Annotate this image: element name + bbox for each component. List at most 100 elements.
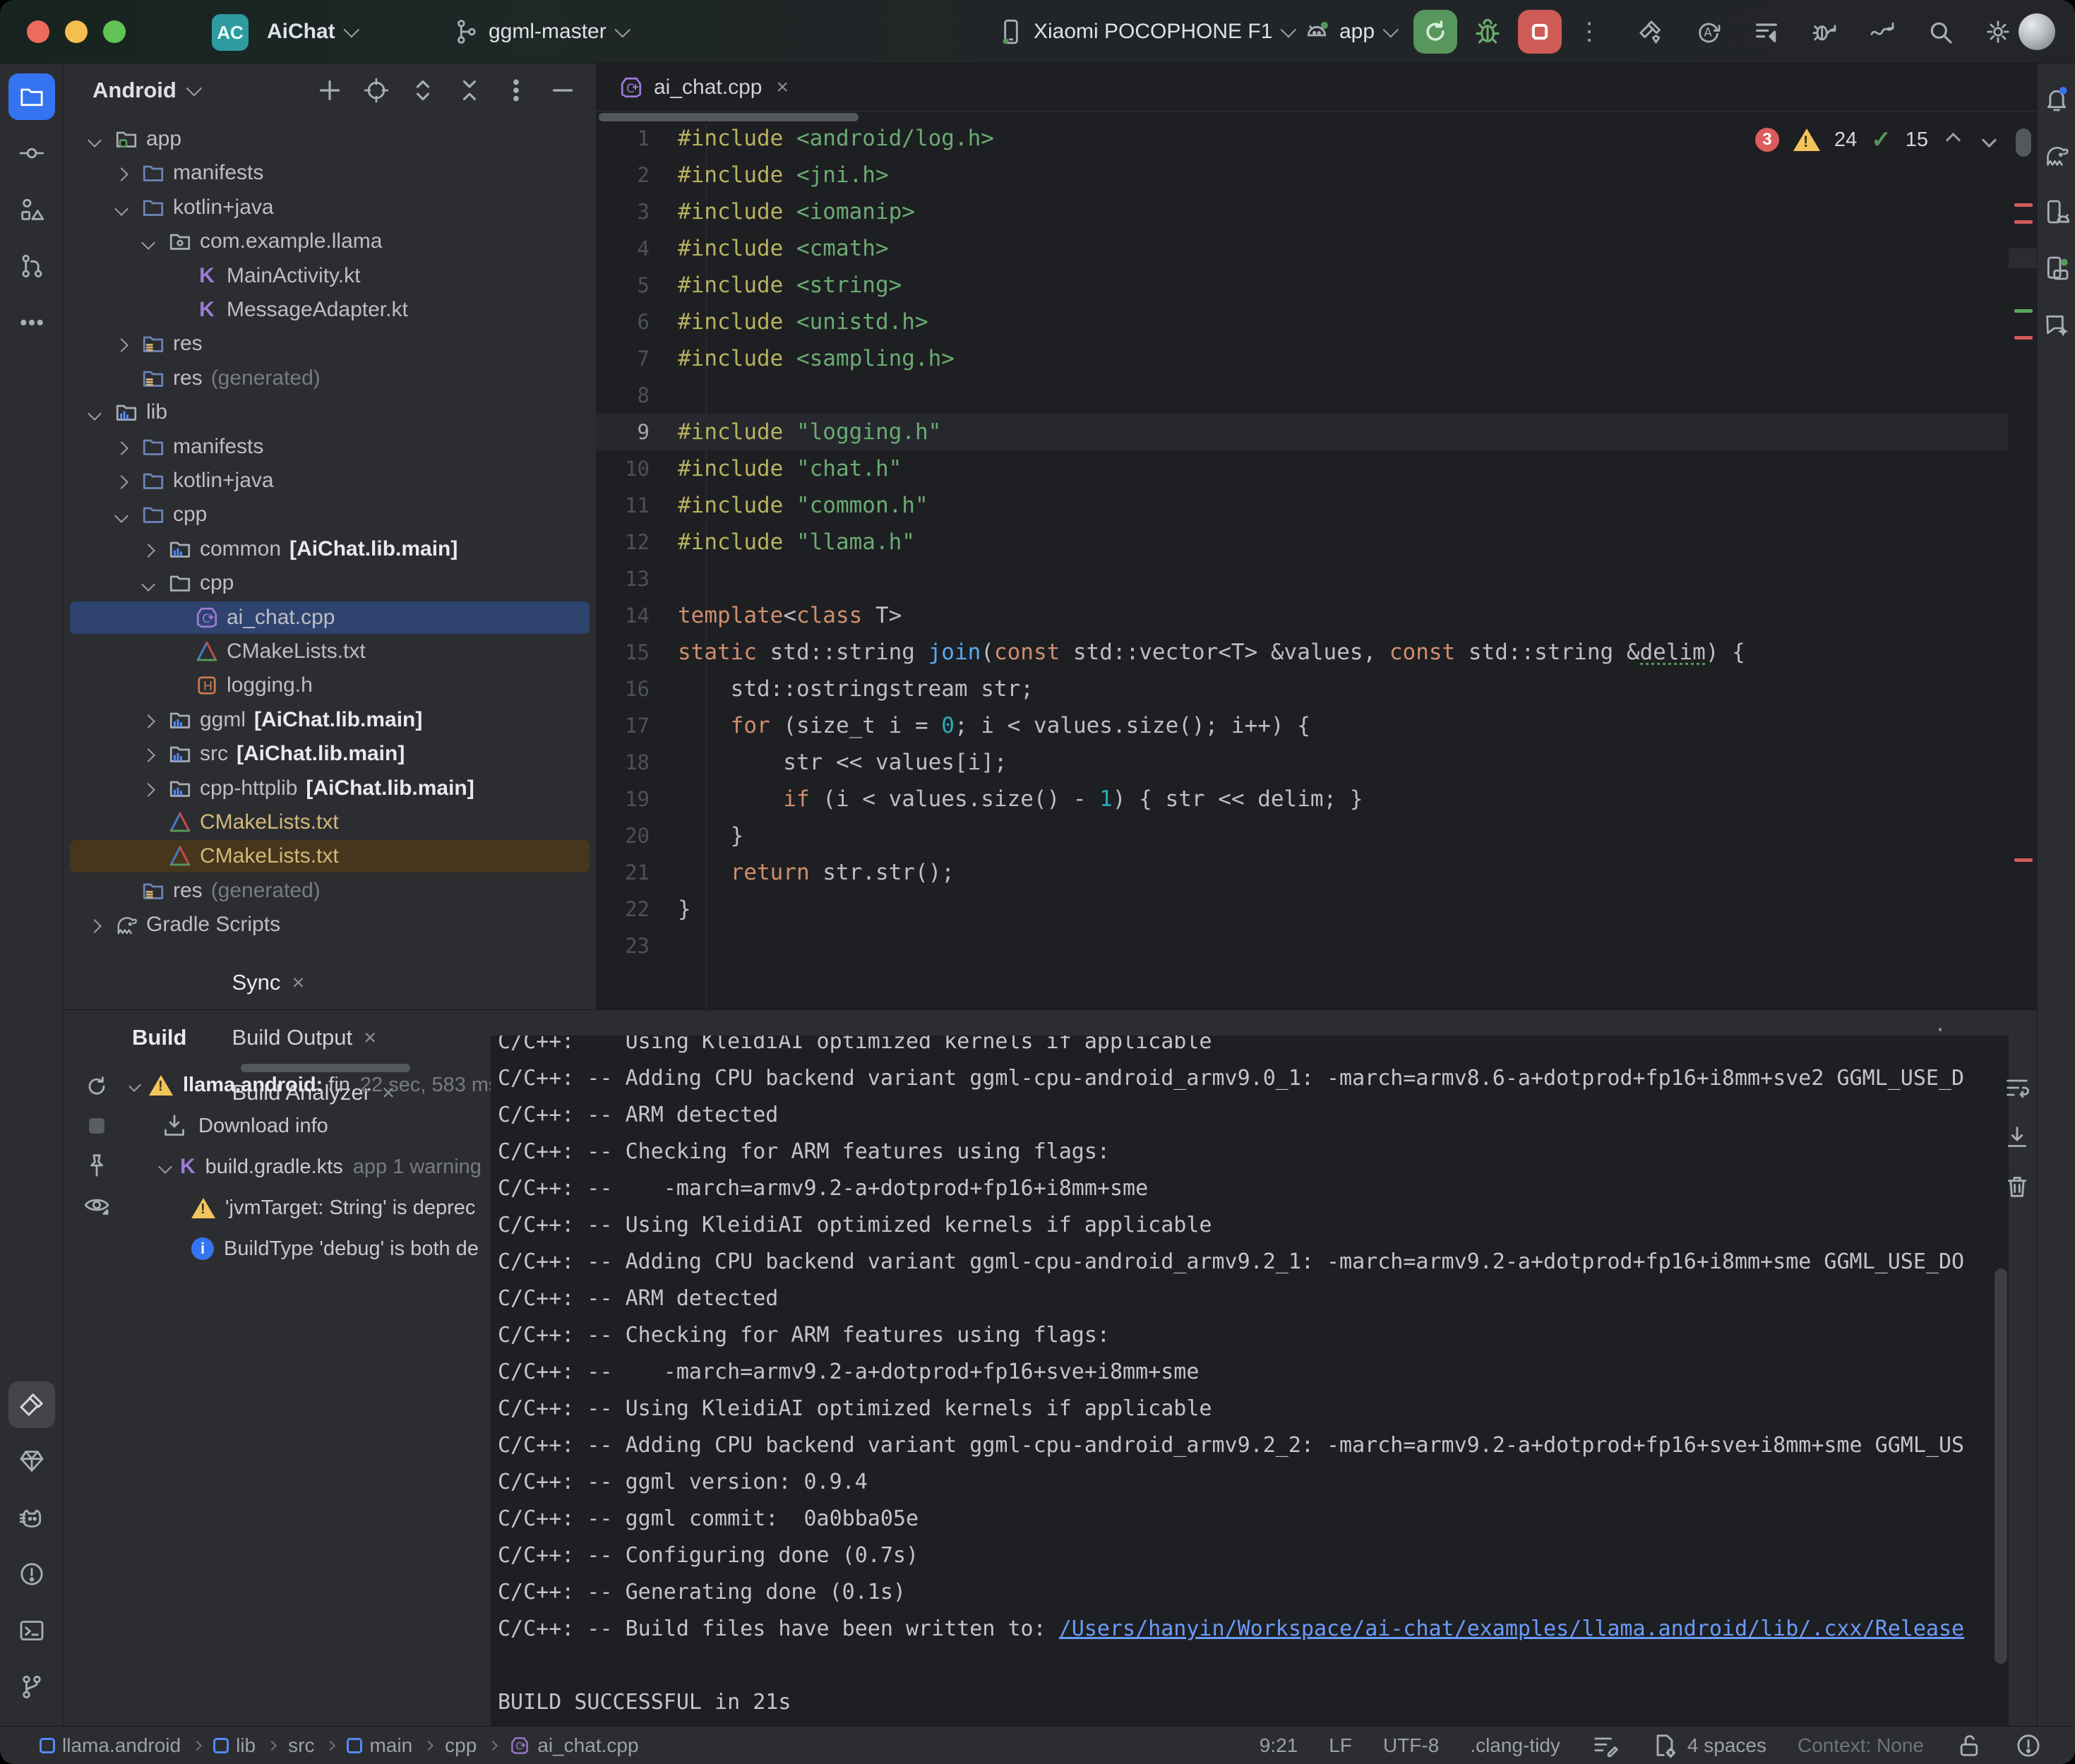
zoom-window-button[interactable] [103,20,126,43]
tree-item-kotlin-java[interactable]: kotlin+java [70,464,590,497]
formatter-config[interactable]: .clang-tidy [1470,1734,1560,1757]
stop-square-icon[interactable] [64,1106,129,1146]
tree-item-src[interactable]: src[AiChat.lib.main] [70,738,590,770]
tree-item-res[interactable]: res [70,328,590,360]
build-tree-item[interactable]: Kbuild.gradle.ktsapp 1 warning [160,1148,482,1185]
clear-all-icon[interactable] [2003,1172,2031,1201]
build-tree-item[interactable]: Download info [160,1108,328,1144]
tree-item-ai-chat-cpp[interactable]: Cai_chat.cpp [70,601,590,634]
build-tab-build-output[interactable]: Build Output× [232,1010,395,1065]
breadcrumb-item-lib[interactable]: lib [213,1734,256,1757]
tool-window-button-build[interactable] [8,1381,55,1428]
tree-item-manifests[interactable]: manifests [70,431,590,463]
tool-window-button-project[interactable] [8,73,55,120]
tree-item-cpp[interactable]: cpp [70,567,590,599]
build-tree-item[interactable]: 'jvmTarget: String' is deprec [191,1189,475,1226]
console-scrollbar-thumb[interactable] [1995,1268,2007,1664]
tool-window-button-terminal[interactable] [8,1607,55,1654]
settings-gear-icon[interactable] [1984,18,2012,46]
apply-changes-icon[interactable]: A [1694,18,1723,46]
tab-ai-chat-cpp[interactable]: C ai_chat.cpp × [606,64,801,112]
soft-wrap-icon[interactable] [2003,1074,2031,1102]
build-hammer-icon[interactable] [1637,18,1665,46]
breadcrumb-item-ai-chat-cpp[interactable]: Cai_chat.cpp [509,1734,638,1757]
tree-item-mainactivity-kt[interactable]: KMainActivity.kt [70,260,590,292]
add-icon[interactable] [316,76,344,104]
profiler-lines-icon[interactable] [1752,18,1781,46]
tree-item-cmakelists-txt[interactable]: CMakeLists.txt [70,840,590,872]
tool-window-button-structure[interactable] [8,186,55,233]
tool-window-button-running-devices[interactable] [2039,247,2074,289]
debug-button[interactable] [1466,10,1509,54]
context-indicator[interactable]: Context: None [1798,1734,1924,1757]
tool-window-button-version-control[interactable] [8,1664,55,1710]
stop-button[interactable] [1518,10,1562,54]
tree-item-res[interactable]: res(generated) [70,875,590,907]
tree-item-cpp[interactable]: cpp [70,498,590,531]
profiler-arrow-icon[interactable] [1868,18,1896,46]
file-encoding[interactable]: UTF-8 [1383,1734,1439,1757]
scroll-to-end-icon[interactable] [2003,1123,2031,1151]
expand-all-icon[interactable] [409,76,437,104]
attach-debugger-icon[interactable] [1810,18,1838,46]
tool-window-button-pull-requests[interactable] [8,243,55,289]
tree-item-logging-h[interactable]: Hlogging.h [70,669,590,702]
tool-window-button-more-tool-windows[interactable] [8,299,55,346]
close-tab-icon[interactable]: × [292,970,304,995]
run-config-selector[interactable]: app [1303,0,1394,64]
rerun-button[interactable] [1413,10,1457,54]
tree-item-app[interactable]: app [70,123,590,155]
run-options-kebab-icon[interactable]: ⋮ [1577,25,1601,39]
hide-panel-icon[interactable] [549,76,577,104]
formatter-icon[interactable] [1591,1732,1620,1760]
tool-window-button-device-manager[interactable] [2039,191,2074,233]
tool-window-button-gradle[interactable] [2039,134,2074,176]
breadcrumb-item-src[interactable]: src [288,1734,314,1757]
tree-item-gradle-scripts[interactable]: Gradle Scripts [70,908,590,941]
scrollbar-thumb[interactable] [2016,128,2031,157]
unlock-icon[interactable] [1955,1732,1983,1760]
event-log-icon[interactable] [2014,1732,2043,1760]
tool-window-button-problems[interactable] [8,1551,55,1597]
indent-setting[interactable]: 4 spaces [1651,1732,1766,1760]
line-ending[interactable]: LF [1329,1734,1352,1757]
tree-item-cmakelists-txt[interactable]: CMakeLists.txt [70,806,590,839]
tool-window-button-logcat[interactable] [8,1494,55,1541]
tree-item-cpp-httplib[interactable]: cpp-httplib[AiChat.lib.main] [70,772,590,805]
tree-item-common[interactable]: common[AiChat.lib.main] [70,533,590,565]
collapse-all-icon[interactable] [455,76,484,104]
close-tab-icon[interactable]: × [776,76,789,100]
editor-area[interactable]: C ai_chat.cpp × 3 24 ✓ 15 1#include <and… [596,64,2037,1009]
project-selector[interactable]: AiChat [267,0,355,64]
breadcrumb-item-llama-android[interactable]: llama.android [40,1734,181,1757]
tool-window-button-gemini[interactable] [2039,304,2074,346]
project-view-selector[interactable]: Android [92,78,198,103]
close-window-button[interactable] [27,20,49,43]
tool-window-button-notifications[interactable] [2039,78,2074,120]
tree-item-cmakelists-txt[interactable]: CMakeLists.txt [70,635,590,668]
tree-item-res[interactable]: res(generated) [70,362,590,395]
search-icon[interactable] [1926,18,1954,46]
caret-position[interactable]: 9:21 [1260,1734,1298,1757]
pin-icon[interactable] [64,1146,129,1185]
tree-item-kotlin-java[interactable]: kotlin+java [70,191,590,224]
build-output-path-link[interactable]: /Users/hanyin/Workspace/ai-chat/examples… [1059,1616,1964,1641]
device-selector[interactable]: Xiaomi POCOPHONE F1 [997,0,1292,64]
tree-item-manifests[interactable]: manifests [70,157,590,189]
minimize-window-button[interactable] [65,20,88,43]
branch-selector[interactable]: ggml-master [452,0,626,64]
tree-item-messageadapter-kt[interactable]: KMessageAdapter.kt [70,294,590,326]
close-tab-icon[interactable]: × [364,1025,376,1050]
build-console[interactable]: C/C++: Using KleidiAI optimized kernels … [491,1036,2009,1727]
tree-item-ggml[interactable]: ggml[AiChat.lib.main] [70,704,590,736]
tool-window-button-app-quality-insights[interactable] [8,1438,55,1484]
sync-icon[interactable] [64,1067,129,1106]
tree-item-lib[interactable]: lib [70,396,590,428]
build-tab-sync[interactable]: Sync× [232,955,395,1010]
user-avatar[interactable] [2019,13,2055,50]
build-tree-item[interactable]: llama.android: fin22 sec, 583 ms [129,1067,499,1103]
breadcrumb-item-main[interactable]: main [347,1734,412,1757]
options-kebab-icon[interactable] [502,76,530,104]
build-tree-item[interactable]: iBuildType 'debug' is both de [191,1230,479,1267]
locate-icon[interactable] [362,76,390,104]
